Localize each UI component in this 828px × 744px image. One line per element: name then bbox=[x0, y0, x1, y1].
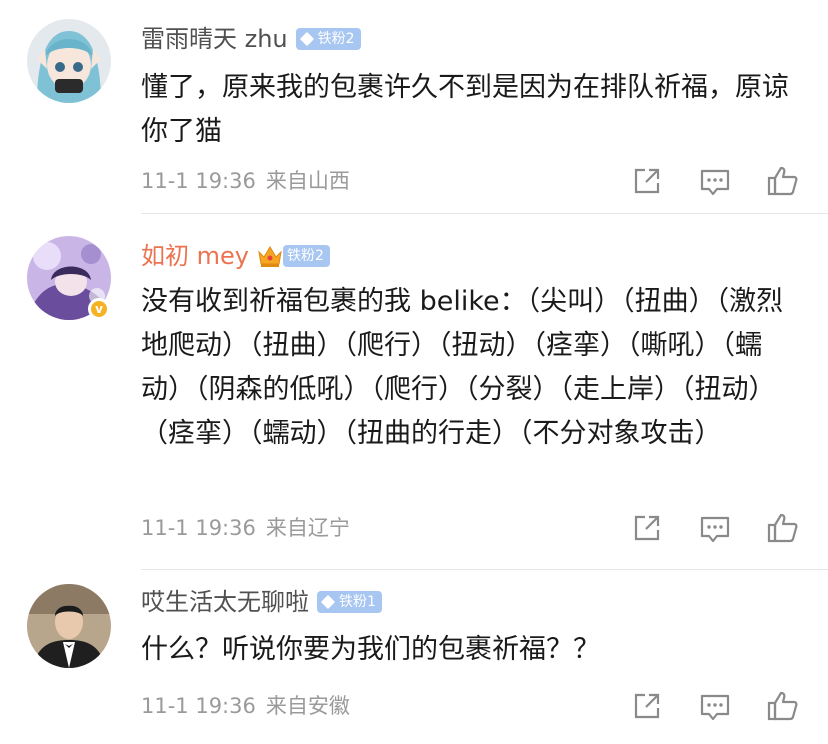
like-icon bbox=[767, 166, 798, 196]
comment-text: 什么？听说你要为我们的包裹祈福？？ bbox=[141, 634, 600, 665]
share-button[interactable] bbox=[630, 511, 664, 545]
comment-text: 没有收到祈福包裹的我 belike：（尖叫）（扭曲）（激烈地爬动）（扭曲）（爬行… bbox=[141, 286, 784, 449]
comment-actions bbox=[630, 511, 805, 545]
comment-item: 哎生活太无聊啦 铁粉1 什么？听说你要为我们的包裹祈福？？ 11-1 19:36… bbox=[0, 570, 828, 744]
like-button[interactable] bbox=[766, 689, 800, 723]
reply-button[interactable] bbox=[698, 689, 732, 723]
diamond-icon bbox=[320, 594, 336, 610]
comment-time: 11-1 19:36 bbox=[141, 694, 256, 718]
avatar[interactable] bbox=[27, 584, 111, 668]
share-button[interactable] bbox=[630, 164, 664, 198]
share-icon bbox=[634, 168, 660, 194]
comment-actions bbox=[630, 689, 805, 723]
comment-actions bbox=[630, 164, 805, 198]
comment-header: 哎生活太无聊啦 铁粉1 bbox=[141, 586, 382, 618]
comment-icon bbox=[700, 169, 730, 196]
username[interactable]: 哎生活太无聊啦 bbox=[141, 586, 309, 618]
diamond-icon bbox=[299, 31, 314, 47]
comment-location: 来自山西 bbox=[265, 169, 350, 193]
comment-header: 如初 mey 铁粉2 bbox=[141, 240, 330, 272]
fan-badge[interactable]: 铁粉2 bbox=[282, 245, 330, 267]
like-icon bbox=[767, 513, 798, 543]
share-icon bbox=[634, 515, 660, 541]
fan-badge-label: 铁粉2 bbox=[286, 248, 324, 264]
comment-location: 来自安徽 bbox=[265, 694, 350, 718]
comment-meta: 11-1 19:36 来自山西 bbox=[141, 167, 350, 195]
comment-item: v 如初 mey 铁粉2 没有收到祈福包裹的我 belike：（尖叫）（扭曲）（… bbox=[0, 214, 828, 570]
like-button[interactable] bbox=[766, 511, 800, 545]
comment-time: 11-1 19:36 bbox=[141, 169, 256, 193]
crown-icon bbox=[257, 244, 283, 268]
comment-header: 雷雨晴天 zhu 铁粉2 bbox=[141, 23, 361, 55]
comment-time: 11-1 19:36 bbox=[141, 516, 256, 540]
like-button[interactable] bbox=[766, 164, 800, 198]
comment-location: 来自辽宁 bbox=[265, 516, 350, 540]
comment-meta: 11-1 19:36 来自辽宁 bbox=[141, 514, 350, 542]
fan-badge[interactable]: 铁粉2 bbox=[295, 28, 361, 50]
reply-button[interactable] bbox=[698, 164, 732, 198]
comment-icon bbox=[700, 516, 730, 543]
avatar[interactable] bbox=[27, 19, 111, 103]
username[interactable]: 雷雨晴天 zhu bbox=[141, 23, 288, 55]
fan-badge[interactable]: 铁粉1 bbox=[317, 591, 382, 613]
comment-icon bbox=[700, 694, 730, 721]
share-button[interactable] bbox=[630, 689, 664, 723]
share-icon bbox=[634, 693, 660, 719]
fan-badge-label: 铁粉1 bbox=[339, 594, 376, 610]
reply-button[interactable] bbox=[698, 511, 732, 545]
comment-meta: 11-1 19:36 来自安徽 bbox=[141, 692, 350, 720]
fan-badge-label: 铁粉2 bbox=[317, 31, 355, 47]
like-icon bbox=[767, 691, 798, 721]
verified-badge: v bbox=[88, 298, 110, 320]
username[interactable]: 如初 mey bbox=[141, 240, 249, 272]
comment-item: 雷雨晴天 zhu 铁粉2 懂了，原来我的包裹许久不到是因为在排队祈福，原谅你了猫… bbox=[0, 0, 828, 214]
comment-text: 懂了，原来我的包裹许久不到是因为在排队祈福，原谅你了猫 bbox=[141, 72, 789, 147]
